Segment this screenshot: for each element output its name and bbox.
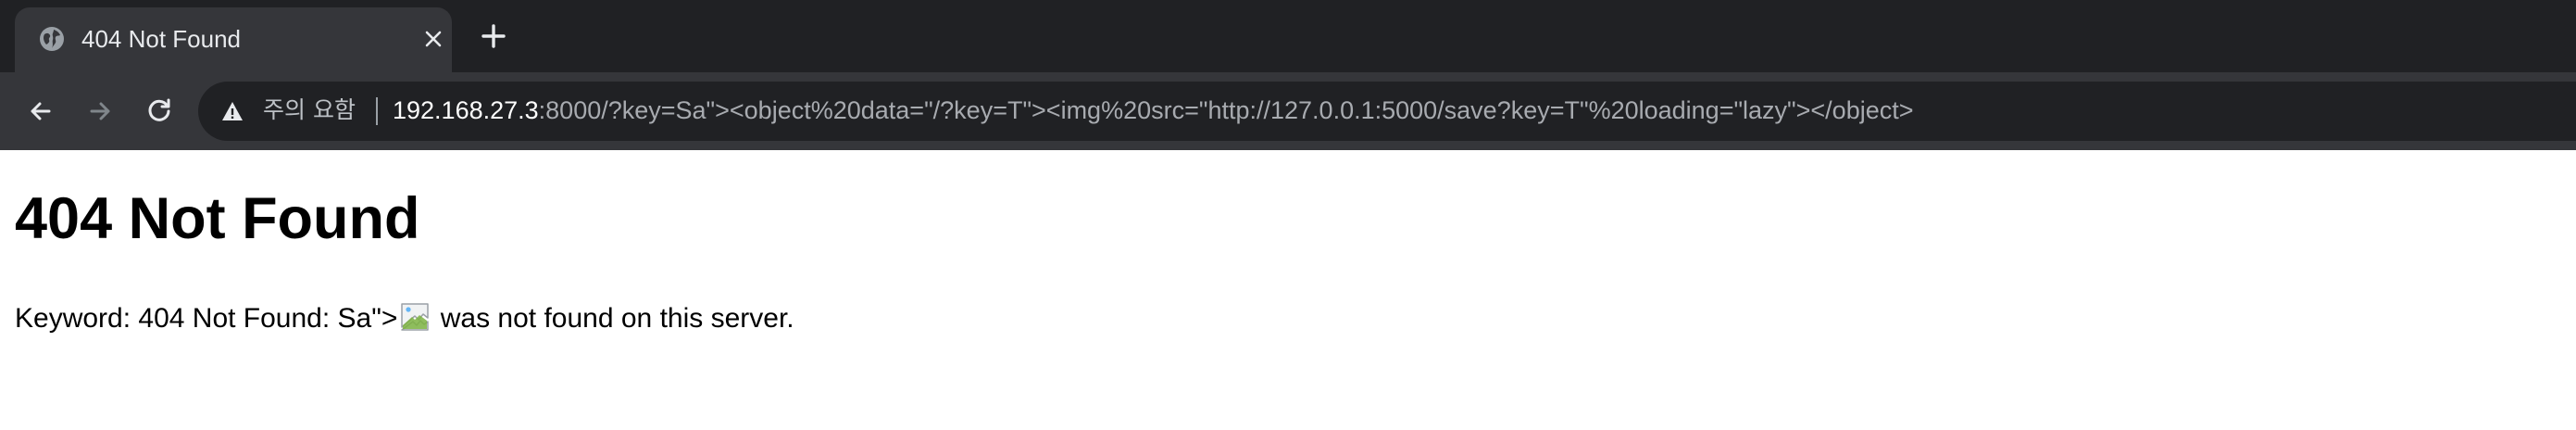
message-suffix: was not found on this server. <box>432 303 794 334</box>
back-arrow-icon[interactable] <box>20 91 61 132</box>
globe-icon <box>40 27 64 51</box>
active-tab[interactable]: 404 Not Found <box>15 7 452 72</box>
message-prefix: Keyword: 404 Not Found: Sa"> <box>15 303 398 334</box>
broken-image-icon <box>401 303 430 331</box>
warning-triangle-icon[interactable] <box>220 99 244 123</box>
page-content: 404 Not Found Keyword: 404 Not Found: Sa… <box>0 150 2576 430</box>
security-warning-label[interactable]: 주의 요함 <box>263 95 356 126</box>
omnibox-divider <box>376 97 378 125</box>
page-title: 404 Not Found <box>15 186 420 251</box>
tab-title: 404 Not Found <box>81 25 242 53</box>
forward-arrow-icon[interactable] <box>80 91 120 132</box>
toolbar: 주의 요함 192.168.27.3:8000/?key=Sa"><object… <box>0 72 2576 150</box>
error-message: Keyword: 404 Not Found: Sa"> was not fou… <box>15 300 794 337</box>
url-host: 192.168.27.3 <box>393 96 539 124</box>
reload-icon[interactable] <box>139 91 180 132</box>
url-path: :8000/?key=Sa"><object%20data="/?key=T">… <box>538 96 1914 124</box>
close-icon[interactable] <box>422 28 444 50</box>
address-bar[interactable]: 주의 요함 192.168.27.3:8000/?key=Sa"><object… <box>198 82 2576 141</box>
plus-icon[interactable] <box>478 20 509 52</box>
url-text[interactable]: 192.168.27.3:8000/?key=Sa"><object%20dat… <box>393 94 1914 127</box>
tab-strip: 404 Not Found <box>0 0 2576 72</box>
browser-window: 404 Not Found 주의 요함 192.168.27.3:8000/?k… <box>0 0 2576 430</box>
